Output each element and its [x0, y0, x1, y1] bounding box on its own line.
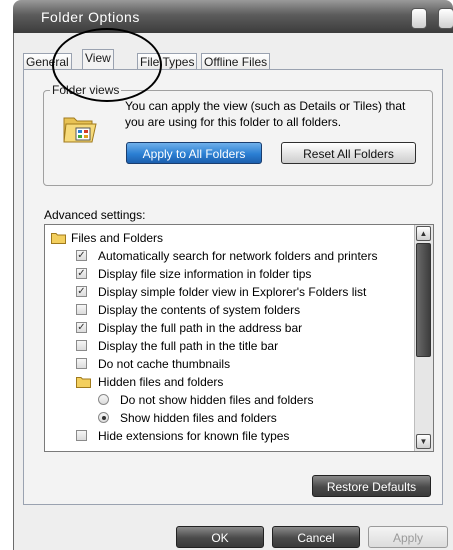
list-item-label: Files and Folders: [71, 231, 164, 245]
tab-view[interactable]: View: [82, 49, 114, 71]
scroll-down-icon[interactable]: ▼: [416, 434, 431, 449]
title-bar[interactable]: Folder Options: [13, 0, 453, 33]
list-item-label: Display file size information in folder …: [98, 267, 312, 281]
window-title: Folder Options: [41, 9, 140, 25]
advanced-settings-label: Advanced settings:: [44, 208, 146, 222]
tab-label: General: [26, 55, 69, 69]
tab-file-types[interactable]: File Types: [137, 53, 198, 70]
cancel-button[interactable]: Cancel: [272, 526, 360, 548]
restore-defaults-button[interactable]: Restore Defaults: [312, 475, 431, 497]
tab-label: Offline Files: [204, 55, 268, 69]
list-item-label: Display simple folder view in Explorer's…: [98, 285, 367, 299]
folder-view-icon: [63, 117, 97, 143]
help-button[interactable]: [411, 8, 427, 29]
radio-button[interactable]: [98, 412, 109, 423]
checkbox[interactable]: ✓: [76, 286, 87, 297]
tab-offline-files[interactable]: Offline Files: [201, 53, 271, 70]
list-item-label: Hide extensions for known file types: [98, 429, 290, 443]
tab-label: File Types: [140, 55, 195, 69]
checkbox[interactable]: ✓: [76, 250, 87, 261]
scroll-up-icon[interactable]: ▲: [416, 226, 431, 241]
reset-all-folders-button[interactable]: Reset All Folders: [281, 142, 416, 164]
list-item-label: Do not cache thumbnails: [98, 357, 231, 371]
checkbox[interactable]: [76, 358, 87, 369]
list-item-label: Automatically search for network folders…: [98, 249, 378, 263]
tab-label: View: [85, 51, 111, 65]
ok-button[interactable]: OK: [176, 526, 264, 548]
apply-button[interactable]: Apply: [368, 526, 448, 548]
scrollbar-thumb[interactable]: [416, 243, 431, 357]
close-button[interactable]: [438, 8, 453, 29]
vertical-scrollbar[interactable]: ▲ ▼: [414, 225, 433, 451]
list-item-label: Do not show hidden files and folders: [120, 393, 314, 407]
folder-views-label: Folder views: [50, 83, 122, 97]
list-item-label: Show hidden files and folders: [120, 411, 277, 425]
folder-icon: [76, 377, 91, 388]
checkbox[interactable]: ✓: [76, 268, 87, 279]
radio-button[interactable]: [98, 394, 109, 405]
list-item-label: Display the full path in the address bar: [98, 321, 303, 335]
tab-general[interactable]: General: [23, 53, 72, 70]
list-item-label: Hidden files and folders: [98, 375, 224, 389]
folder-icon: [51, 233, 66, 244]
list-item-label: Display the contents of system folders: [98, 303, 301, 317]
list-item-label: Display the full path in the title bar: [98, 339, 279, 353]
apply-to-all-folders-button[interactable]: Apply to All Folders: [126, 142, 262, 164]
checkbox[interactable]: [76, 304, 87, 315]
folder-views-description: You can apply the view (such as Details …: [125, 99, 406, 129]
checkbox[interactable]: ✓: [76, 322, 87, 333]
checkbox[interactable]: [76, 340, 87, 351]
advanced-settings-list[interactable]: Files and Folders ✓ Automatically search…: [44, 224, 434, 452]
checkbox[interactable]: [76, 430, 87, 441]
